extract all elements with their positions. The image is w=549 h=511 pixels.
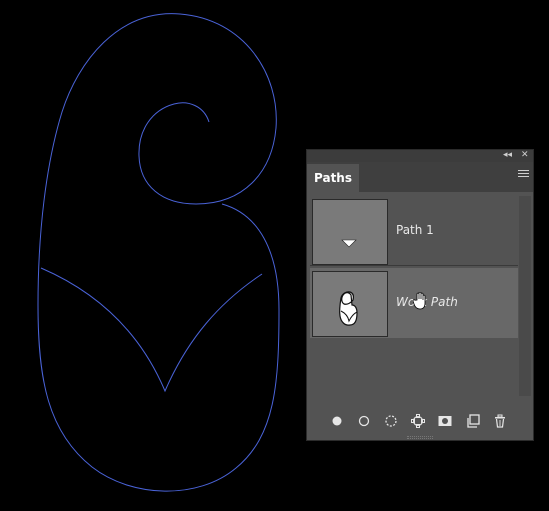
- hand-cursor-icon: [413, 292, 426, 310]
- load-selection-icon[interactable]: [383, 413, 399, 429]
- panel-menu-icon[interactable]: [518, 170, 529, 181]
- fill-path-icon[interactable]: [329, 413, 345, 429]
- path-thumbnail: [312, 199, 388, 265]
- delete-path-icon[interactable]: [492, 413, 508, 429]
- close-panel-icon[interactable]: ✕: [521, 149, 529, 161]
- list-scrollbar[interactable]: [519, 196, 531, 396]
- stroke-path-icon[interactable]: [356, 413, 372, 429]
- path-row-path-1[interactable]: Path 1: [310, 196, 518, 266]
- tab-paths[interactable]: Paths: [307, 164, 359, 192]
- path-thumbnail: [312, 271, 388, 337]
- panel-footer-toolbar: [307, 408, 533, 432]
- path-name-label: Path 1: [396, 223, 434, 237]
- panel-tab-row: Paths: [307, 162, 533, 192]
- add-mask-icon[interactable]: [437, 413, 453, 429]
- make-work-path-icon[interactable]: [410, 413, 426, 429]
- collapse-panel-icon[interactable]: ◂◂: [503, 149, 512, 161]
- panel-title-bar: ◂◂ ✕: [307, 150, 533, 162]
- work-path-outline: [37, 13, 280, 492]
- panel-resize-grip[interactable]: [407, 436, 433, 439]
- new-path-icon[interactable]: [465, 413, 481, 429]
- inner-v-path: [40, 267, 263, 393]
